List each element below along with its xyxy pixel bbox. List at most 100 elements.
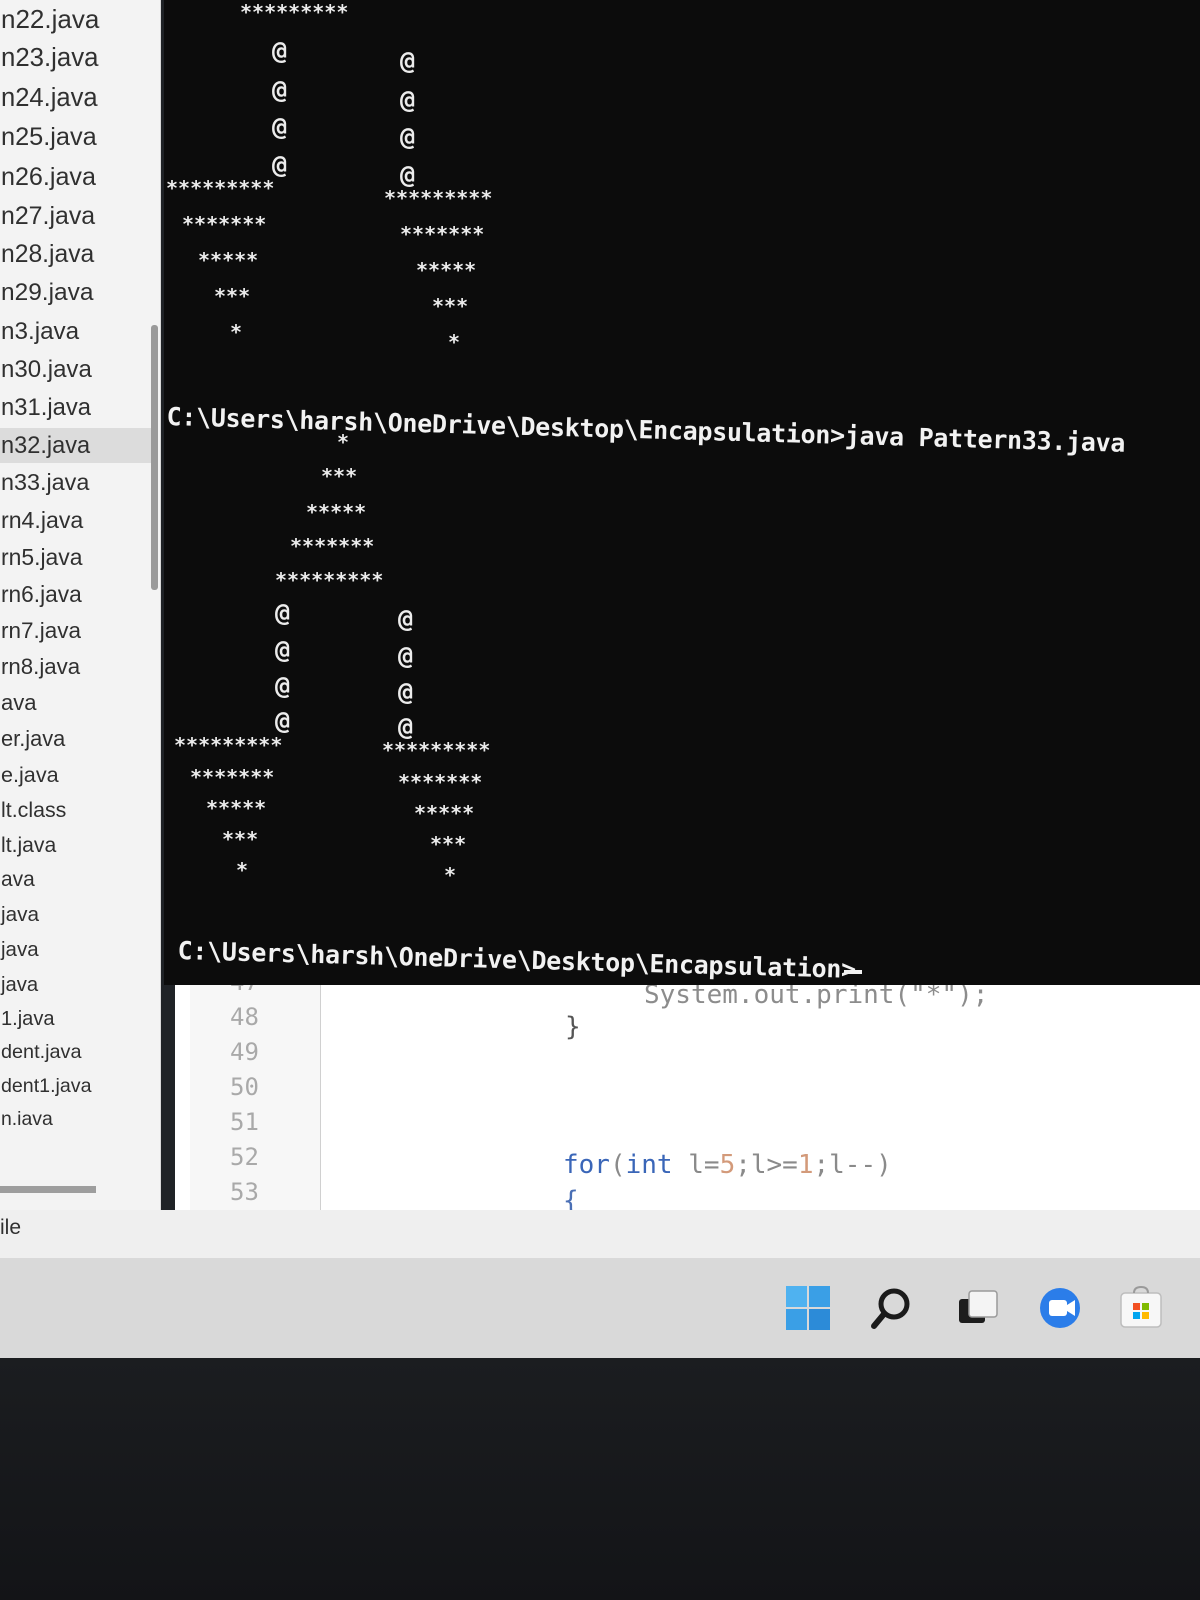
file-item[interactable]: java (0, 969, 153, 1001)
pattern-row: @ (398, 712, 414, 741)
pattern-row: * (444, 863, 457, 887)
pattern-row: @ (398, 677, 414, 706)
file-item[interactable]: n28.java (0, 237, 153, 274)
pattern-row: *** (214, 284, 251, 308)
pattern-row: ***** (206, 796, 267, 820)
pattern-row: @ (400, 46, 416, 75)
meet-video-icon[interactable] (1038, 1285, 1084, 1331)
pattern-row: @ (398, 641, 414, 670)
file-item[interactable]: n22.java (0, 0, 153, 38)
pattern-row: *** (222, 827, 259, 851)
file-item[interactable]: java (0, 899, 153, 932)
pattern-row: ******* (182, 212, 267, 236)
line-number: 51 (230, 1108, 259, 1136)
pattern-row: * (448, 330, 461, 354)
status-label: ile (0, 1216, 22, 1239)
pattern-row: @ (400, 160, 416, 189)
file-item[interactable]: n32.java (0, 427, 153, 464)
explorer-horizontal-scrollbar[interactable] (0, 1186, 96, 1193)
file-item[interactable]: ava (0, 864, 153, 897)
pattern-row: @ (272, 150, 288, 179)
pattern-row: ********* (240, 0, 349, 24)
pattern-row: ********* (384, 186, 493, 210)
pattern-row: *** (432, 294, 469, 318)
file-item[interactable]: n.iava (0, 1104, 153, 1135)
pattern-row: *** (321, 464, 358, 488)
pattern-row: ***** (414, 801, 475, 825)
code-for-var: l= (672, 1150, 720, 1180)
pattern-row: @ (272, 36, 288, 65)
microsoft-store-icon[interactable] (1118, 1285, 1164, 1331)
file-item[interactable]: n29.java (0, 275, 153, 311)
file-item[interactable]: java (0, 934, 153, 967)
file-item[interactable]: rn8.java (0, 650, 153, 684)
file-item[interactable]: n27.java (0, 198, 153, 235)
explorer-status-strip (0, 1210, 1200, 1260)
taskbar-icons (0, 1285, 1200, 1335)
file-item[interactable]: dent1.java (0, 1071, 153, 1103)
pattern-row: @ (275, 671, 291, 700)
code-for-loop[interactable]: for(int l=5;l>=1;l--) (563, 1150, 892, 1180)
file-item[interactable]: n31.java (0, 390, 153, 426)
code-for-keyword: for (563, 1150, 610, 1180)
pattern-row: ********* (275, 568, 384, 592)
pattern-row: @ (272, 75, 288, 104)
line-number: 48 (230, 1003, 259, 1031)
code-for-paren: ( (609, 1150, 626, 1180)
pattern-row: * (230, 320, 243, 344)
monitor-bezel (0, 1358, 1200, 1600)
pattern-row: ***** (198, 248, 259, 272)
pattern-row: * (236, 858, 249, 882)
file-item[interactable]: n25.java (0, 119, 153, 156)
pattern-row: ********* (166, 176, 275, 200)
terminal-cursor (844, 970, 862, 974)
pattern-row: ******* (398, 770, 483, 794)
file-item[interactable]: er.java (0, 722, 153, 756)
pattern-row: @ (400, 122, 416, 151)
file-item[interactable]: lt.java (0, 829, 153, 862)
search-icon[interactable] (868, 1285, 914, 1331)
file-item[interactable]: dent.java (0, 1037, 153, 1069)
code-for-cond: ;l>= (735, 1150, 798, 1180)
code-for-decrement: ;l--) (813, 1150, 892, 1180)
task-view-icon[interactable] (955, 1285, 1001, 1331)
pattern-row: @ (398, 604, 414, 633)
explorer-scrollbar[interactable] (151, 325, 158, 590)
file-item[interactable]: n26.java (0, 159, 153, 196)
pattern-row: ********* (382, 738, 491, 762)
code-for-number-start: 5 (719, 1150, 736, 1180)
file-item[interactable]: ava (0, 686, 153, 720)
pattern-row: *** (430, 832, 467, 856)
pattern-row: @ (275, 706, 291, 735)
line-number: 53 (230, 1178, 259, 1206)
file-item[interactable]: e.java (0, 758, 153, 792)
file-item[interactable]: n24.java (0, 80, 153, 118)
file-item[interactable]: n23.java (0, 40, 153, 78)
line-number: 50 (230, 1073, 259, 1101)
file-explorer-panel: n22.java n23.java n24.java n25.java n26.java… (0, 0, 161, 1210)
line-number: 52 (230, 1143, 259, 1171)
pattern-row: ********* (174, 733, 283, 757)
code-close-brace[interactable]: } (565, 1012, 581, 1042)
windows-start-icon[interactable] (785, 1285, 831, 1331)
pattern-row: ******* (290, 534, 375, 558)
file-item[interactable]: n33.java (0, 465, 153, 500)
file-item[interactable]: lt.class (0, 794, 153, 827)
file-item[interactable]: n30.java (0, 352, 153, 388)
pattern-row: ******* (400, 222, 485, 246)
code-int-keyword: int (625, 1150, 673, 1180)
pattern-row: @ (400, 85, 416, 114)
file-item[interactable]: rn6.java (0, 577, 153, 612)
file-item[interactable]: rn5.java (0, 540, 153, 575)
terminal-window[interactable] (164, 0, 1200, 985)
pattern-row: @ (275, 635, 291, 664)
code-for-number-end: 1 (797, 1150, 814, 1180)
file-item[interactable]: rn7.java (0, 614, 153, 648)
line-number: 49 (230, 1038, 259, 1066)
file-item[interactable]: n3.java (0, 314, 153, 350)
pattern-row: ***** (306, 500, 367, 524)
file-item[interactable]: 1.java (0, 1003, 153, 1035)
pattern-row: @ (272, 112, 288, 141)
file-item[interactable]: rn4.java (0, 503, 153, 538)
pattern-row: ***** (416, 258, 477, 282)
